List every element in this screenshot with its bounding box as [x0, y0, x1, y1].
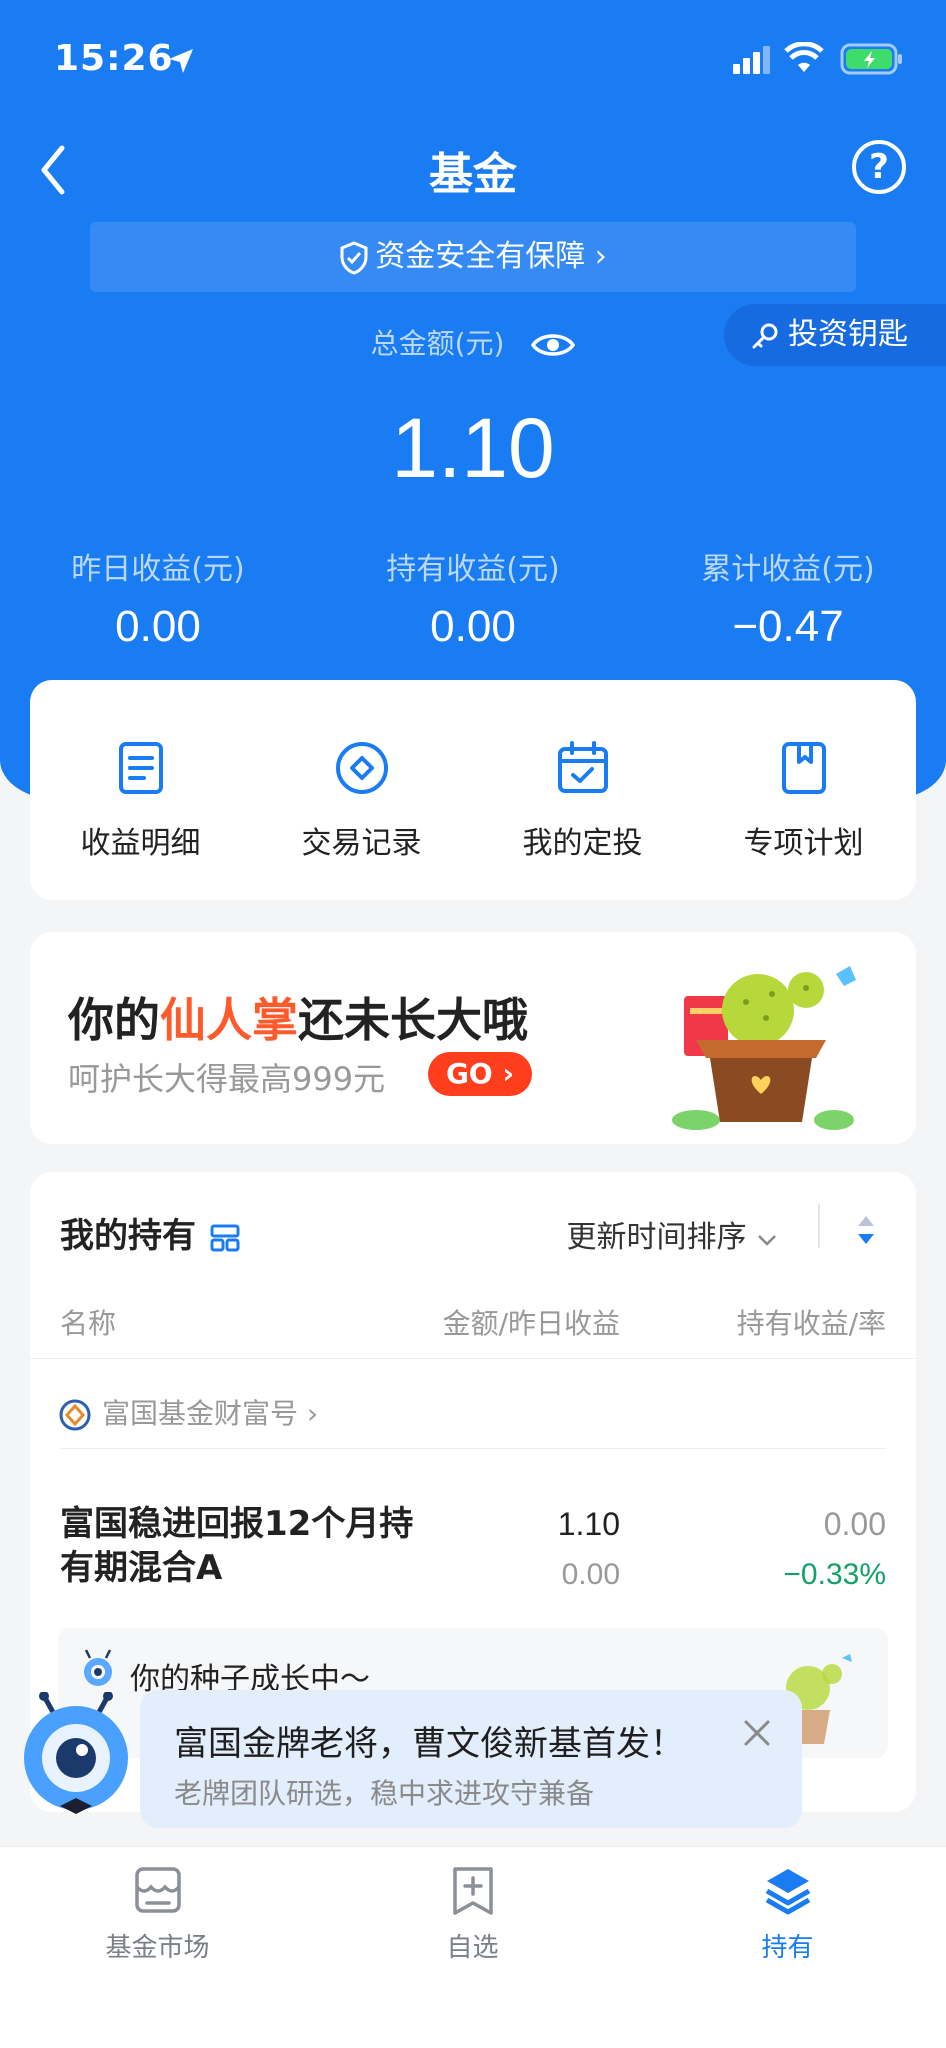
quick-action-earnings-detail[interactable]: 收益明细 [30, 740, 251, 862]
mascot-assistant-icon[interactable] [20, 1692, 132, 1818]
quick-action-special-plan[interactable]: 专项计划 [693, 740, 914, 862]
quick-action-label: 我的定投 [522, 826, 643, 861]
promo-title-post: 还未长大哦 [298, 993, 528, 1047]
chevron-down-icon [758, 1235, 776, 1246]
fund-name[interactable]: 富国稳进回报12个月持有期混合A [60, 1502, 420, 1590]
go-label: GO [445, 1057, 493, 1090]
stat-label: 昨日收益(元) [71, 552, 245, 587]
tab-watchlist[interactable]: 自选 [315, 1865, 630, 1964]
tab-holdings[interactable]: 持有 [630, 1865, 945, 1964]
sort-dropdown[interactable]: 更新时间排序 [566, 1212, 778, 1256]
mascot-small-icon [84, 1649, 112, 1686]
holdings-title: 我的持有 [60, 1216, 196, 1256]
earnings-stats: 昨日收益(元) 0.00 持有收益(元) 0.00 累计收益(元) −0.47 [0, 544, 946, 654]
battery-icon [840, 43, 902, 75]
sort-label: 更新时间排序 [566, 1220, 747, 1255]
document-icon [118, 742, 163, 794]
tab-fund-market[interactable]: 基金市场 [0, 1865, 315, 1964]
column-header-profit: 持有收益/率 [736, 1307, 886, 1340]
column-header-amount: 金额/昨日收益 [442, 1307, 620, 1340]
fund-holding-rate: −0.33% [783, 1558, 886, 1591]
quick-action-label: 交易记录 [301, 826, 422, 861]
location-arrow-icon [169, 49, 193, 73]
stat-yesterday: 昨日收益(元) 0.00 [0, 544, 316, 652]
toast-title: 富国金牌老将，曹文俊新基首发！ [174, 1724, 684, 1764]
total-amount-value: 1.10 [391, 401, 555, 495]
layers-icon [765, 1869, 810, 1915]
stat-cumulative: 累计收益(元) −0.47 [630, 544, 946, 652]
diamond-circle-icon [335, 742, 388, 794]
bottom-tab-bar: 基金市场 自选 持有 [0, 1846, 946, 2048]
company-link[interactable]: 富国基金财富号 › [58, 1392, 318, 1432]
quick-action-trade-records[interactable]: 交易记录 [251, 740, 472, 862]
divider [60, 1448, 886, 1449]
stat-label: 持有收益(元) [386, 552, 560, 587]
close-icon[interactable] [742, 1718, 772, 1748]
quick-action-my-sip[interactable]: 我的定投 [472, 740, 693, 862]
safety-banner[interactable]: 资金安全有保障 › [90, 222, 856, 292]
safety-text: 资金安全有保障 [375, 239, 586, 274]
tab-label: 持有 [761, 1933, 814, 1963]
help-button[interactable]: ? [852, 140, 906, 194]
promo-subtitle: 呵护长大得最高999元 [68, 1060, 386, 1098]
stat-value: −0.47 [732, 602, 844, 651]
column-header-name: 名称 [60, 1307, 117, 1340]
promo-title: 你的仙人掌还未长大哦 [68, 984, 528, 1050]
calendar-check-icon [557, 741, 608, 793]
status-bar: 15:26 [0, 0, 946, 120]
toast-subtitle: 老牌团队研选，稳中求进攻守兼备 [174, 1777, 595, 1810]
divider [30, 1358, 916, 1359]
quick-actions-card: 收益明细 交易记录 我的定投 专项计划 [30, 680, 916, 900]
eye-icon[interactable] [531, 330, 576, 360]
stat-value: 0.00 [115, 602, 201, 651]
stat-holding: 持有收益(元) 0.00 [315, 544, 631, 652]
sort-toggle-icon[interactable] [854, 1212, 878, 1248]
fund-amount: 1.10 [557, 1506, 620, 1542]
top-nav: 基金 ? [0, 130, 946, 210]
chevron-right-icon: › [594, 239, 607, 274]
total-amount-label: 总金额(元) [370, 327, 505, 360]
promo-title-pre: 你的 [68, 993, 160, 1047]
cactus-pot-illustration [672, 966, 856, 1130]
add-bookmark-icon [452, 1867, 493, 1915]
fund-company-logo-icon [59, 1399, 91, 1431]
cactus-promo-card[interactable]: 你的仙人掌还未长大哦 呵护长大得最高999元 GO › [30, 932, 916, 1144]
page-title: 基金 [429, 149, 517, 200]
quick-action-label: 专项计划 [743, 826, 864, 861]
tab-label: 自选 [446, 1933, 499, 1963]
quick-action-label: 收益明细 [80, 826, 201, 861]
bookmark-book-icon [781, 742, 826, 794]
cellular-signal-icon [733, 46, 770, 74]
stat-value: 0.00 [430, 602, 516, 651]
stat-label: 累计收益(元) [701, 552, 875, 587]
shield-check-icon [340, 240, 368, 275]
promo-toast[interactable]: 富国金牌老将，曹文俊新基首发！ 老牌团队研选，稳中求进攻守兼备 [140, 1690, 802, 1828]
holdings-title-row: 我的持有 [60, 1208, 240, 1257]
storefront-icon [134, 1867, 181, 1913]
fund-holding-profit: 0.00 [823, 1506, 886, 1542]
divider [818, 1204, 820, 1248]
company-name: 富国基金财富号 [102, 1397, 299, 1430]
fund-yesterday-profit: 0.00 [561, 1558, 620, 1591]
status-time: 15:26 [54, 38, 174, 79]
total-amount-label-row: 总金额(元) [0, 322, 946, 362]
go-button[interactable]: GO › [428, 1052, 532, 1096]
wifi-icon [784, 42, 824, 72]
tab-label: 基金市场 [105, 1933, 210, 1963]
grid-icon[interactable] [210, 1223, 240, 1253]
promo-title-highlight: 仙人掌 [160, 993, 298, 1047]
